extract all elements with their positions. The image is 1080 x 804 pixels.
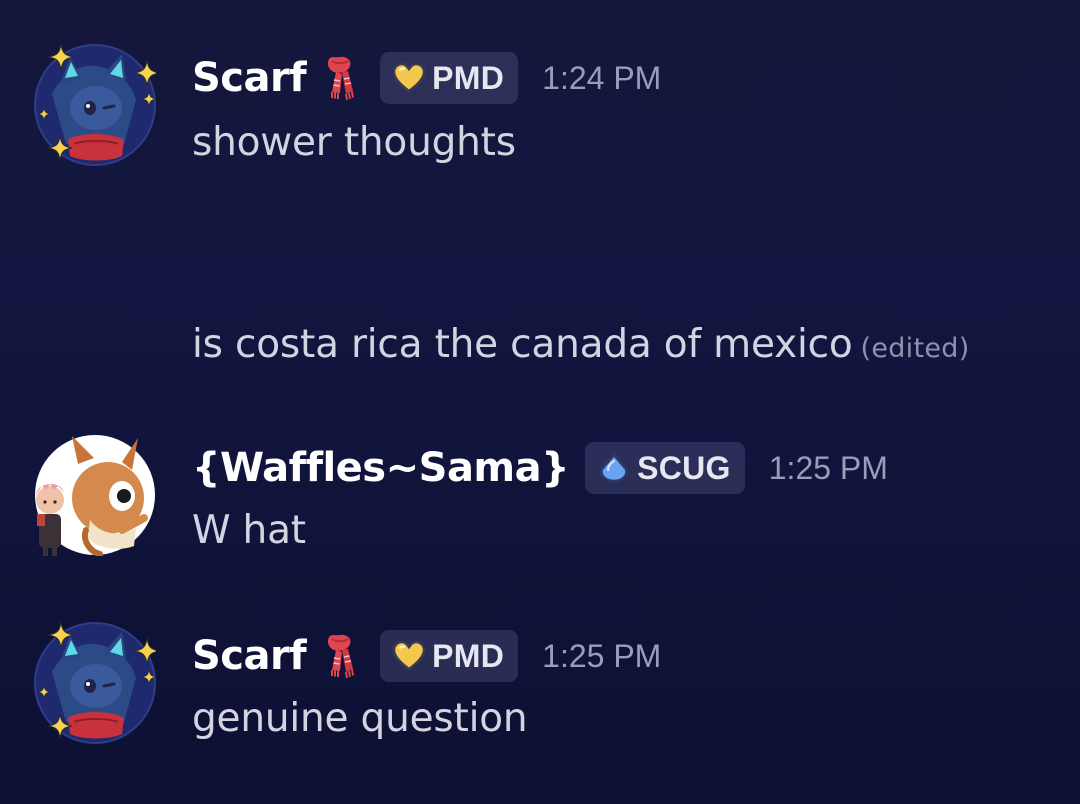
chat-message-list: Scarf PMD 1:24 PM shower thoughts is cos…: [0, 0, 1080, 804]
username[interactable]: {Waffles~Sama}: [192, 445, 570, 491]
message-timestamp[interactable]: 1:24 PM: [542, 60, 661, 97]
gold-heart-icon: [392, 641, 426, 671]
username[interactable]: Scarf: [192, 55, 307, 101]
user-avatar-scarf[interactable]: [34, 622, 156, 744]
scarf-emoji-icon: [318, 52, 360, 104]
user-avatar-waffles[interactable]: [34, 434, 156, 556]
gold-heart-icon: [392, 63, 426, 93]
message-header: Scarf PMD 1:24 PM: [192, 48, 661, 108]
server-tag-label: PMD: [432, 59, 505, 96]
server-tag-label: PMD: [432, 637, 505, 674]
message-group: {Waffles~Sama} SCUG 1:25 PM W hat: [0, 400, 1080, 600]
message-text-line: shower thoughts: [192, 120, 516, 165]
message-text-content: is costa rica the canada of mexico: [192, 322, 853, 367]
server-tag-badge[interactable]: PMD: [380, 630, 519, 682]
edited-indicator[interactable]: (edited): [861, 333, 970, 364]
message-text-line: genuine question: [192, 696, 528, 741]
message-header: Scarf PMD 1:25 PM: [192, 626, 661, 686]
message-timestamp[interactable]: 1:25 PM: [542, 638, 661, 675]
message-text-line: W hat: [192, 508, 306, 553]
blue-gem-icon: [597, 453, 631, 483]
server-tag-badge[interactable]: SCUG: [585, 442, 745, 494]
user-avatar-scarf[interactable]: [34, 44, 156, 166]
message-timestamp[interactable]: 1:25 PM: [769, 450, 888, 487]
message-group: Scarf PMD 1:25 PM genuine question: [0, 600, 1080, 804]
server-tag-badge[interactable]: PMD: [380, 52, 519, 104]
message-group: Scarf PMD 1:24 PM shower thoughts is cos…: [0, 0, 1080, 400]
message-header: {Waffles~Sama} SCUG 1:25 PM: [192, 438, 888, 498]
message-text-line: is costa rica the canada of mexico (edite…: [192, 322, 970, 367]
username[interactable]: Scarf: [192, 633, 307, 679]
server-tag-label: SCUG: [637, 449, 731, 486]
scarf-emoji-icon: [318, 630, 360, 682]
